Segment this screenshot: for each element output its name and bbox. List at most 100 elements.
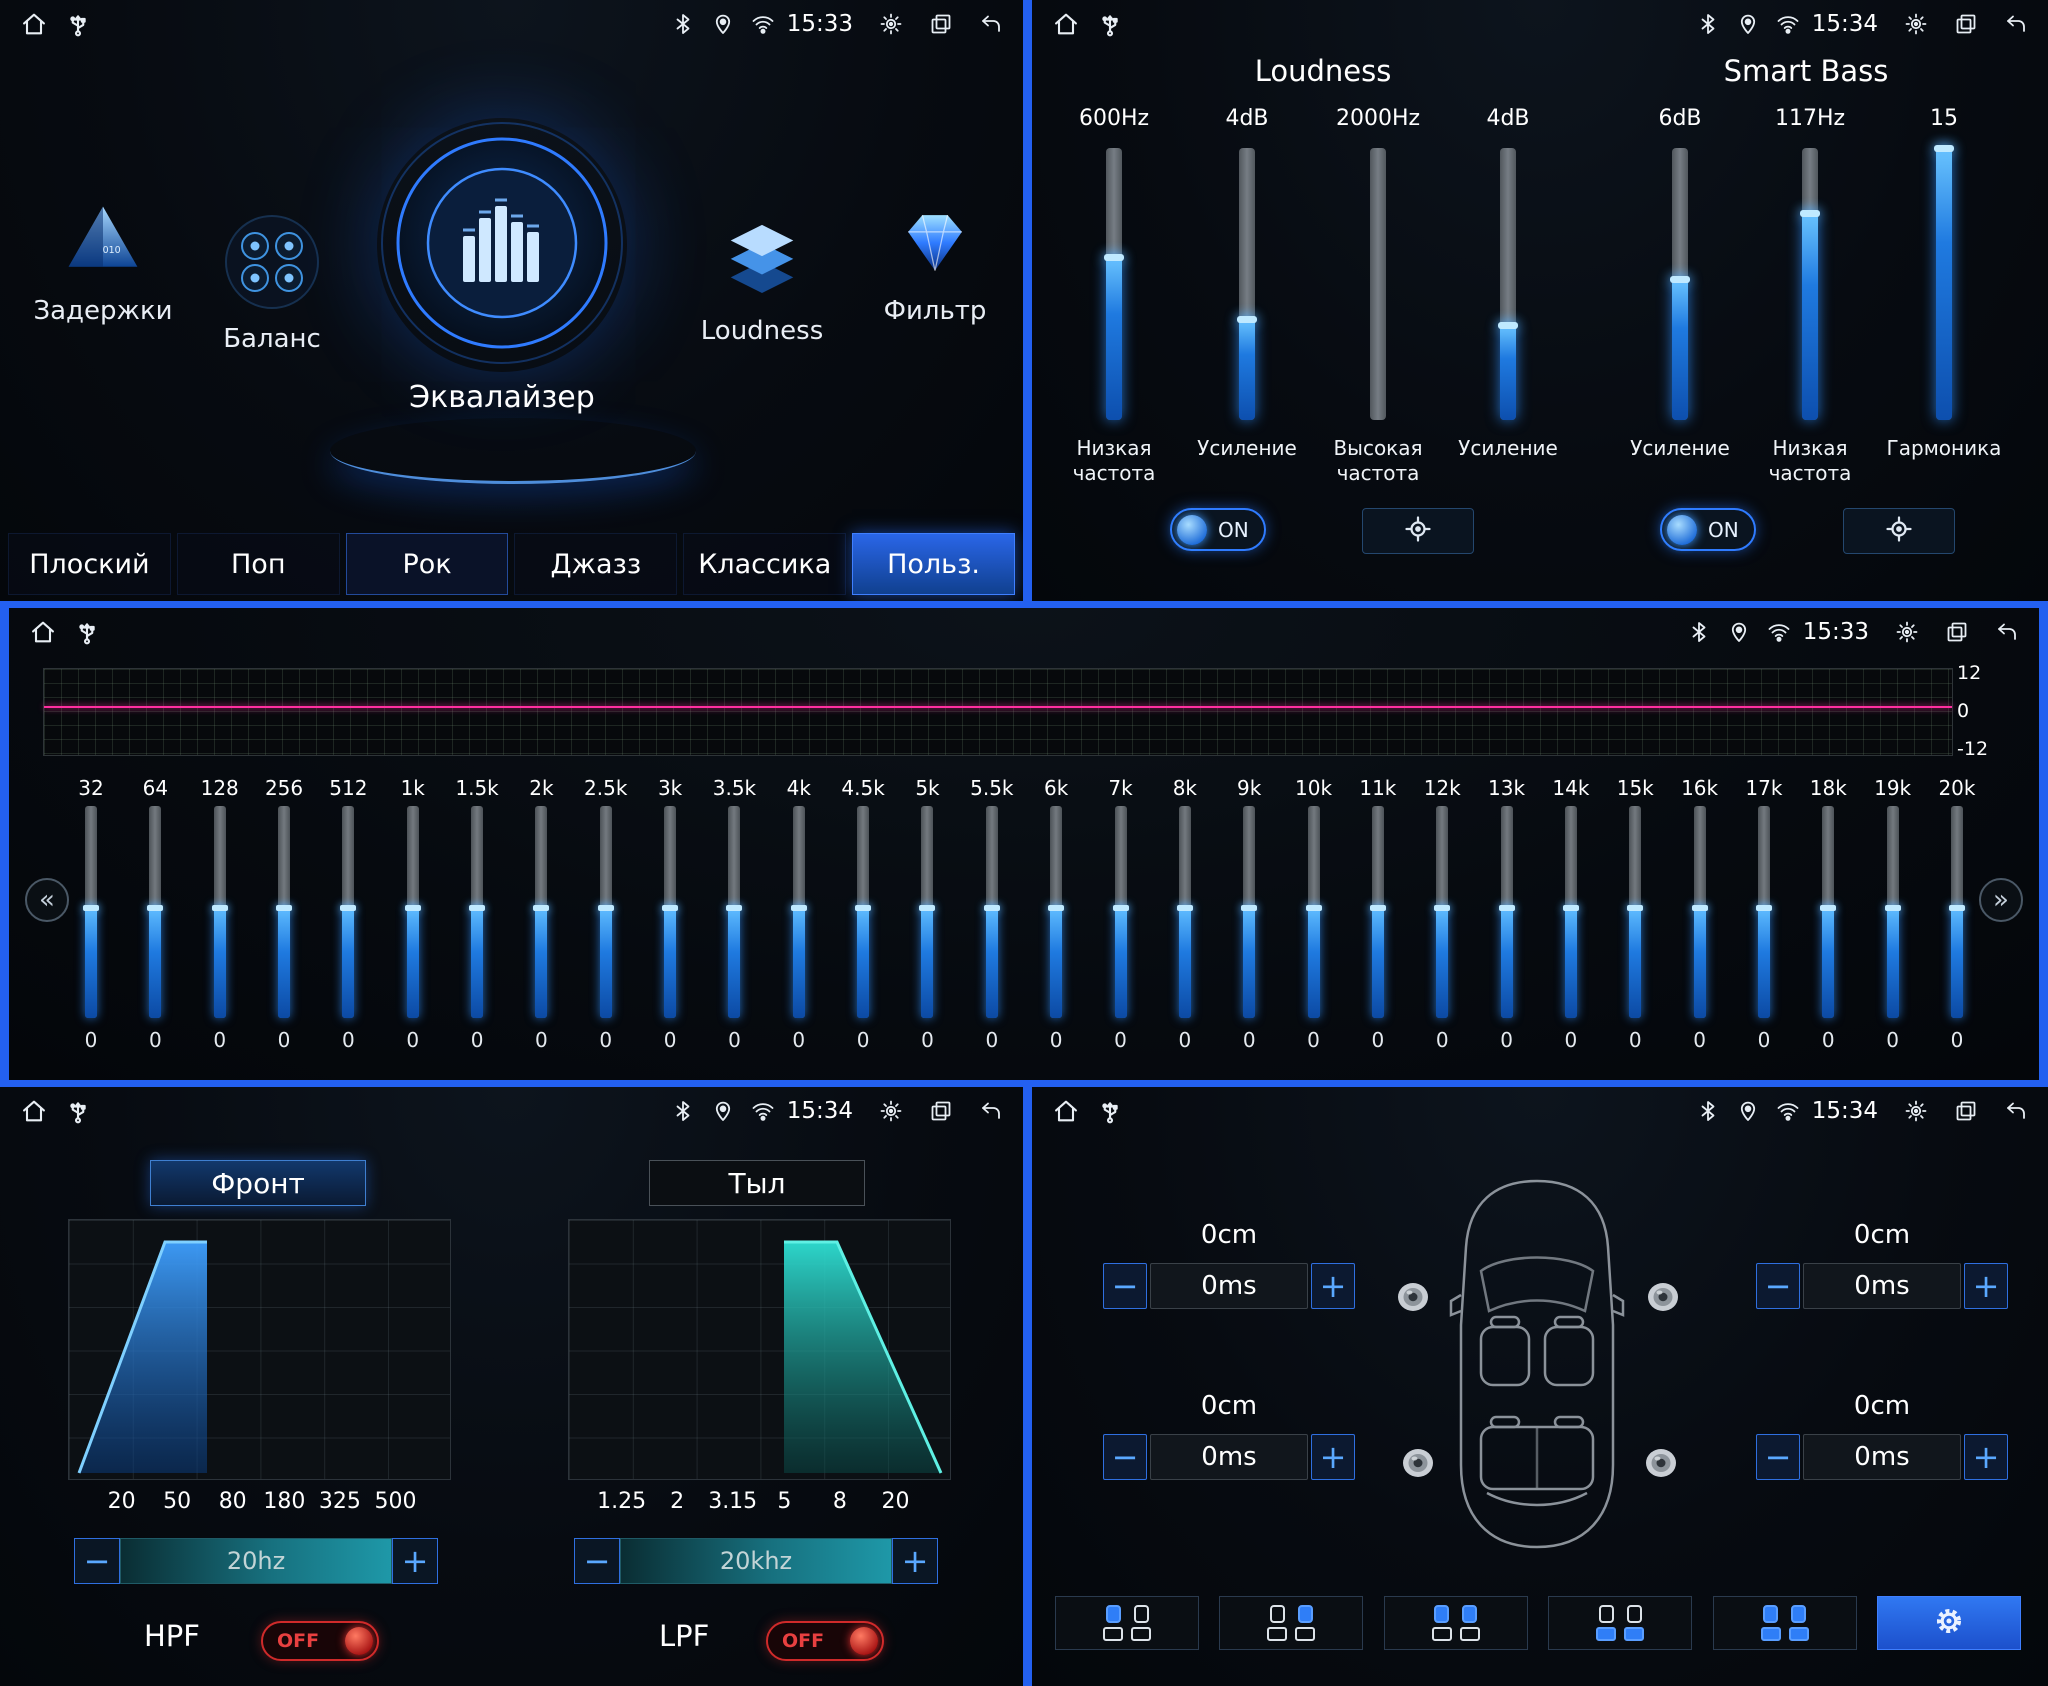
delay-minus-button[interactable]: − (1103, 1263, 1147, 1309)
menu-item-equalizer[interactable]: Эквалайзер (372, 118, 632, 415)
home-icon[interactable] (20, 10, 48, 38)
home-icon[interactable] (1052, 10, 1080, 38)
home-icon[interactable] (29, 618, 57, 646)
hpf-frequency-value[interactable]: 20hz (120, 1538, 392, 1584)
delay-minus-button[interactable]: − (1103, 1434, 1147, 1480)
brightness-icon[interactable] (1904, 1099, 1928, 1123)
band-track[interactable] (1050, 806, 1062, 1018)
listener-position-button-1[interactable] (1055, 1596, 1199, 1650)
band-track[interactable] (1758, 806, 1770, 1018)
brightness-icon[interactable] (1895, 620, 1919, 644)
delay-plus-button[interactable]: + (1311, 1434, 1355, 1480)
slider-track[interactable] (1672, 148, 1688, 420)
tab-front[interactable]: Фронт (150, 1160, 366, 1206)
eq-band-17k[interactable]: 17k0 (1740, 776, 1788, 1052)
band-track[interactable] (214, 806, 226, 1018)
preset-button-4[interactable]: Джазз (514, 533, 677, 595)
eq-band-32[interactable]: 320 (67, 776, 115, 1052)
lpf-minus-button[interactable]: − (574, 1538, 620, 1584)
listener-position-button-2[interactable] (1219, 1596, 1363, 1650)
band-track[interactable] (1822, 806, 1834, 1018)
back-icon[interactable] (2004, 12, 2028, 36)
eq-band-64[interactable]: 640 (131, 776, 179, 1052)
eq-band-5k[interactable]: 5k0 (903, 776, 951, 1052)
band-track[interactable] (407, 806, 419, 1018)
hpf-plus-button[interactable]: + (392, 1538, 438, 1584)
smartbass-target-button[interactable] (1843, 508, 1955, 554)
eq-band-1k[interactable]: 1k0 (389, 776, 437, 1052)
brightness-icon[interactable] (879, 12, 903, 36)
tab-rear[interactable]: Тыл (649, 1160, 865, 1206)
loudness-on-toggle[interactable]: ON (1170, 508, 1266, 551)
band-track[interactable] (1115, 806, 1127, 1018)
recent-apps-icon[interactable] (1954, 12, 1978, 36)
eq-band-256[interactable]: 2560 (260, 776, 308, 1052)
eq-band-16k[interactable]: 16k0 (1676, 776, 1724, 1052)
back-icon[interactable] (979, 12, 1003, 36)
band-track[interactable] (1436, 806, 1448, 1018)
eq-band-14k[interactable]: 14k0 (1547, 776, 1595, 1052)
eq-band-6k[interactable]: 6k0 (1032, 776, 1080, 1052)
band-track[interactable] (857, 806, 869, 1018)
page-left-button[interactable]: « (25, 878, 69, 922)
menu-item-loudness[interactable]: Loudness (702, 212, 822, 346)
brightness-icon[interactable] (879, 1099, 903, 1123)
eq-band-8k[interactable]: 8k0 (1161, 776, 1209, 1052)
band-track[interactable] (535, 806, 547, 1018)
delay-minus-button[interactable]: − (1756, 1263, 1800, 1309)
eq-band-9k[interactable]: 9k0 (1225, 776, 1273, 1052)
band-track[interactable] (1372, 806, 1384, 1018)
home-icon[interactable] (20, 1097, 48, 1125)
band-track[interactable] (1565, 806, 1577, 1018)
recent-apps-icon[interactable] (929, 1099, 953, 1123)
band-track[interactable] (664, 806, 676, 1018)
listener-position-button-4[interactable] (1548, 1596, 1692, 1650)
loudness-target-button[interactable] (1362, 508, 1474, 554)
preset-button-6[interactable]: Польз. (852, 533, 1015, 595)
eq-band-5.5k[interactable]: 5.5k0 (968, 776, 1016, 1052)
slider-track[interactable] (1370, 148, 1386, 420)
hpf-off-toggle[interactable]: OFF (261, 1621, 379, 1661)
brightness-icon[interactable] (1904, 12, 1928, 36)
lpf-plus-button[interactable]: + (892, 1538, 938, 1584)
eq-band-10k[interactable]: 10k0 (1290, 776, 1338, 1052)
band-track[interactable] (1951, 806, 1963, 1018)
eq-band-4k[interactable]: 4k0 (775, 776, 823, 1052)
menu-item-filter[interactable]: Фильтр (880, 200, 990, 326)
page-right-button[interactable]: » (1979, 878, 2023, 922)
eq-band-1.5k[interactable]: 1.5k0 (453, 776, 501, 1052)
slider-track[interactable] (1106, 148, 1122, 420)
eq-band-19k[interactable]: 19k0 (1869, 776, 1917, 1052)
eq-band-20k[interactable]: 20k0 (1933, 776, 1981, 1052)
preset-button-5[interactable]: Классика (683, 533, 846, 595)
delay-plus-button[interactable]: + (1964, 1263, 2008, 1309)
recent-apps-icon[interactable] (1945, 620, 1969, 644)
home-icon[interactable] (1052, 1097, 1080, 1125)
preset-button-1[interactable]: Плоский (8, 533, 171, 595)
slider-track[interactable] (1239, 148, 1255, 420)
band-track[interactable] (921, 806, 933, 1018)
lpf-off-toggle[interactable]: OFF (766, 1621, 884, 1661)
eq-band-2k[interactable]: 2k0 (517, 776, 565, 1052)
band-track[interactable] (149, 806, 161, 1018)
slider-track[interactable] (1802, 148, 1818, 420)
delay-plus-button[interactable]: + (1964, 1434, 2008, 1480)
back-icon[interactable] (979, 1099, 1003, 1123)
band-track[interactable] (793, 806, 805, 1018)
back-icon[interactable] (1995, 620, 2019, 644)
recent-apps-icon[interactable] (929, 12, 953, 36)
eq-band-512[interactable]: 5120 (324, 776, 372, 1052)
band-track[interactable] (1501, 806, 1513, 1018)
eq-band-18k[interactable]: 18k0 (1804, 776, 1852, 1052)
hpf-minus-button[interactable]: − (74, 1538, 120, 1584)
eq-band-12k[interactable]: 12k0 (1418, 776, 1466, 1052)
preset-button-2[interactable]: Поп (177, 533, 340, 595)
slider-track[interactable] (1936, 148, 1952, 420)
delay-settings-button[interactable] (1877, 1596, 2021, 1650)
smartbass-on-toggle[interactable]: ON (1660, 508, 1756, 551)
menu-item-balance[interactable]: Баланс (212, 212, 332, 354)
eq-band-7k[interactable]: 7k0 (1097, 776, 1145, 1052)
menu-item-delays[interactable]: 010 Задержки (28, 198, 178, 326)
delay-plus-button[interactable]: + (1311, 1263, 1355, 1309)
band-track[interactable] (1308, 806, 1320, 1018)
